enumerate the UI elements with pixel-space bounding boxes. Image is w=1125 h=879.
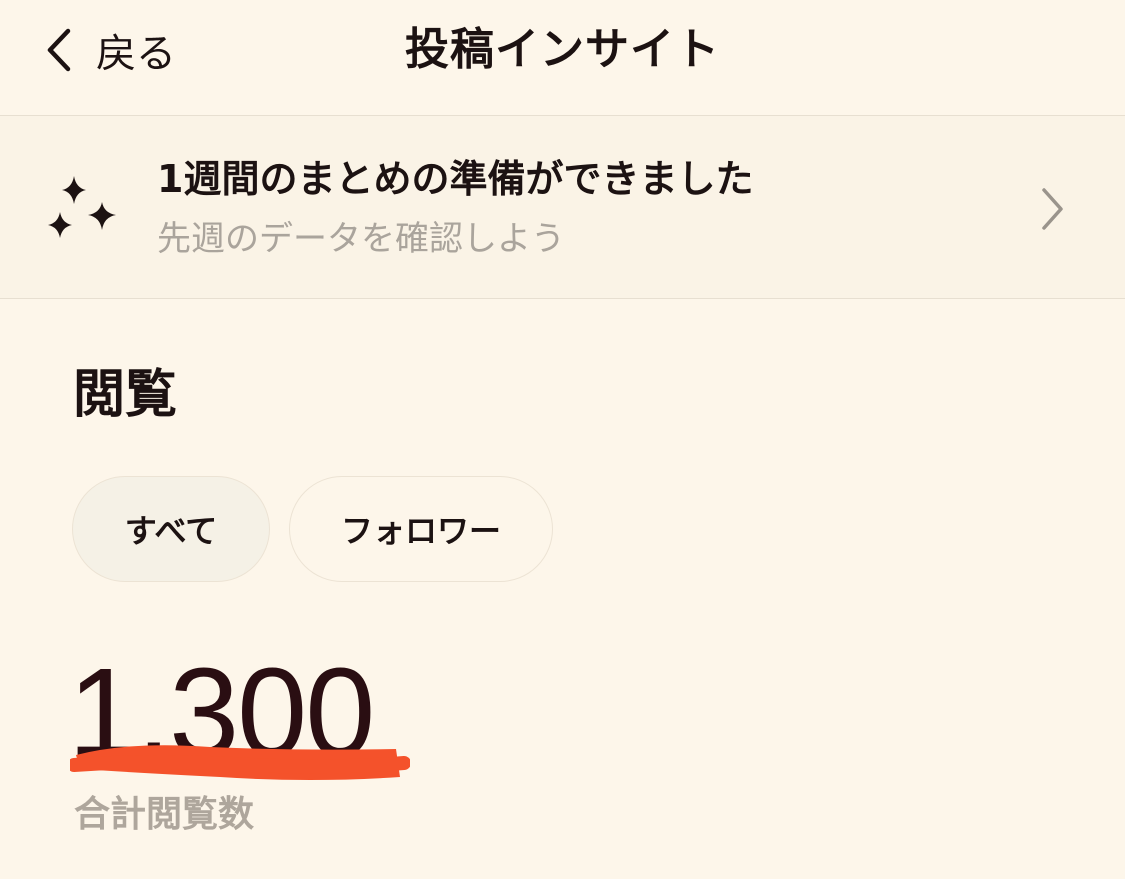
chevron-right-icon	[1038, 186, 1066, 236]
filter-chip-label: すべて	[124, 512, 218, 550]
section-title-views: 閲覧	[73, 365, 178, 425]
banner-title: 1週間のまとめの準備ができました	[157, 157, 754, 201]
page-title: 投稿インサイト	[405, 24, 720, 75]
filter-chip-followers[interactable]: フォロワー	[289, 476, 553, 582]
weekly-summary-banner[interactable]	[0, 115, 1125, 299]
redaction-scribble	[67, 725, 411, 799]
filter-chip-label: フォロワー	[340, 512, 501, 550]
banner-subtitle: 先週のデータを確認しよう	[157, 219, 565, 259]
filter-chip-all[interactable]: すべて	[72, 476, 270, 582]
sparkles-icon	[44, 172, 124, 252]
navigation-bar: 戻る 投稿インサイト	[0, 0, 1125, 100]
